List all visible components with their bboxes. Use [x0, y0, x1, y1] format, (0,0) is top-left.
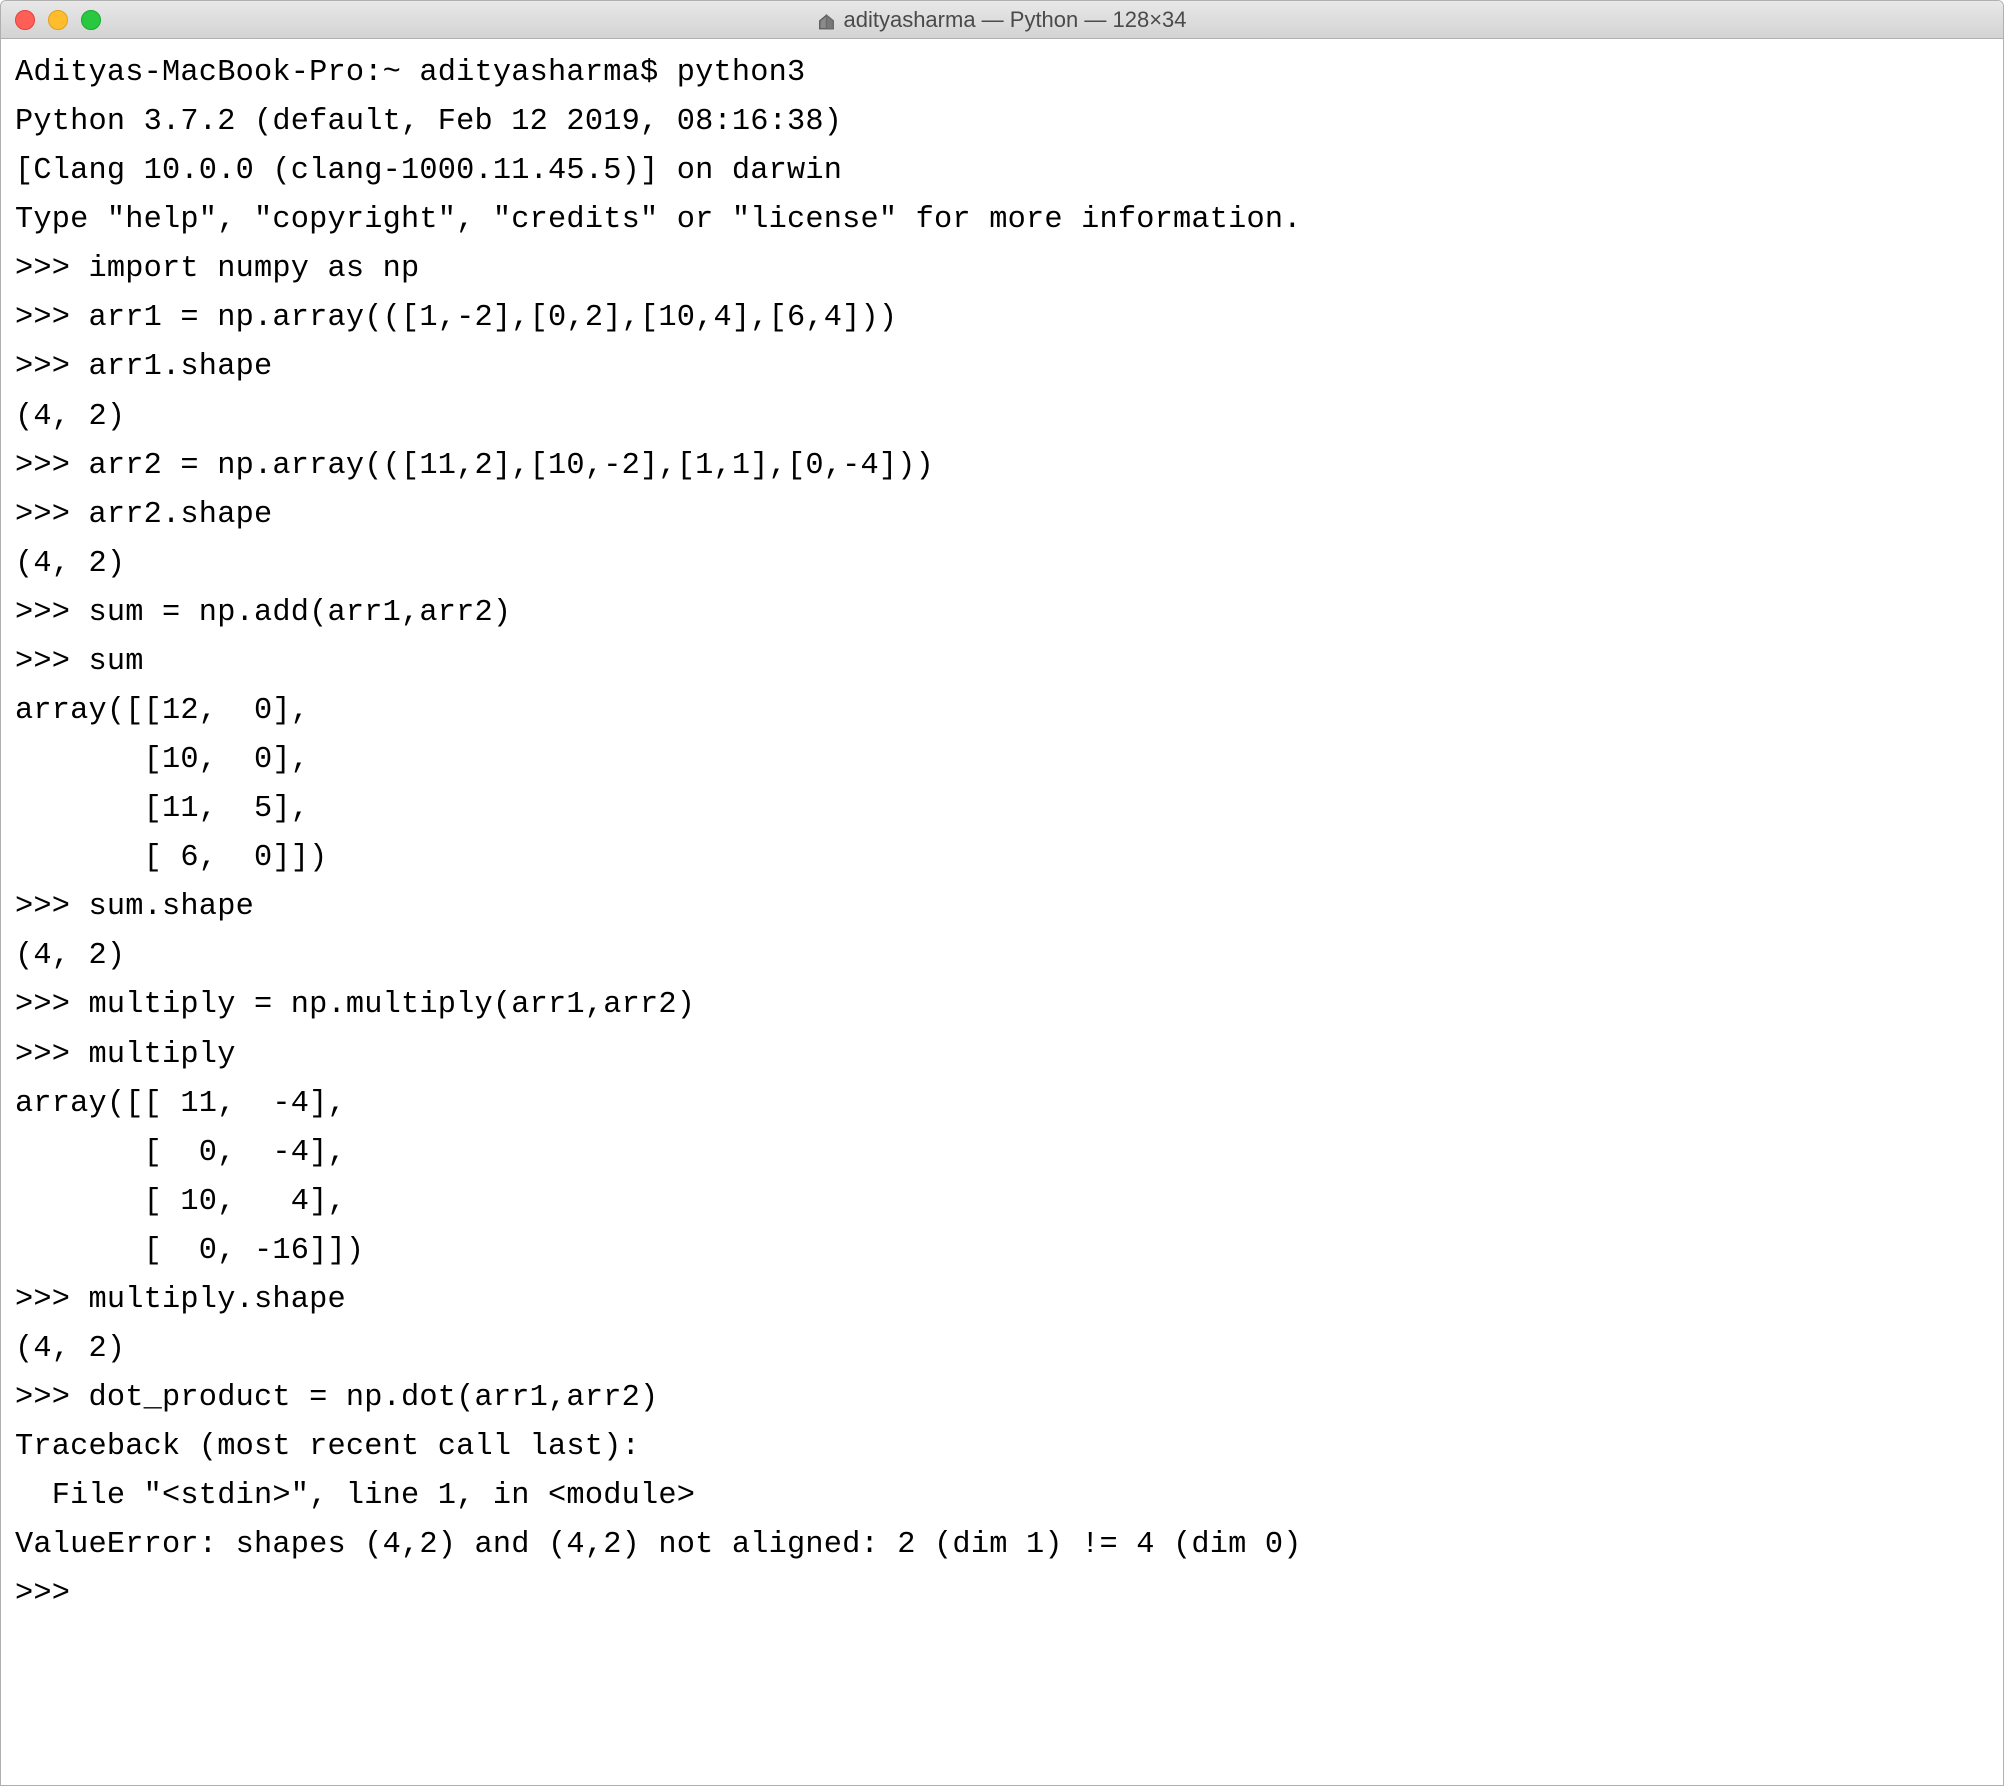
window-title: adityasharma — Python — 128×34 — [843, 7, 1186, 33]
window-title-container: adityasharma — Python — 128×34 — [817, 7, 1186, 33]
traffic-lights — [1, 10, 101, 30]
close-button[interactable] — [15, 10, 35, 30]
home-icon — [817, 11, 835, 29]
terminal-output[interactable]: Adityas-MacBook-Pro:~ adityasharma$ pyth… — [1, 39, 2003, 1785]
minimize-button[interactable] — [48, 10, 68, 30]
titlebar[interactable]: adityasharma — Python — 128×34 — [1, 1, 2003, 39]
terminal-window: adityasharma — Python — 128×34 Adityas-M… — [0, 0, 2004, 1786]
maximize-button[interactable] — [81, 10, 101, 30]
